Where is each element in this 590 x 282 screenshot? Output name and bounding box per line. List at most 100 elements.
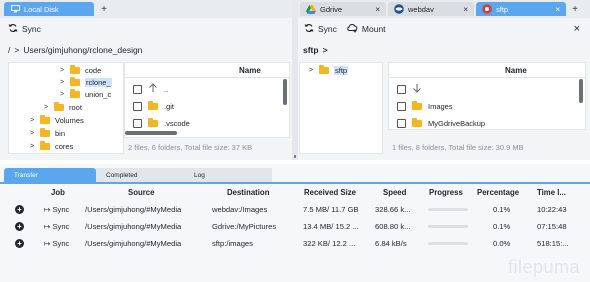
folder-tree: > sftp	[299, 62, 383, 154]
tree-item[interactable]: > cores	[29, 140, 73, 152]
chevron-right-icon[interactable]: >	[43, 104, 49, 111]
tab-local-disk[interactable]: Local Disk	[4, 2, 94, 16]
right-tabbar: Gdrive × webdav × sftp × +	[298, 0, 590, 18]
tree-item[interactable]: > rclone_	[59, 76, 112, 88]
transfer-row[interactable]: + ↦ Sync /Users/gimjuhong/#MyMedia webda…	[0, 202, 590, 218]
file-row[interactable]: Images	[397, 98, 453, 114]
file-row[interactable]: MyGdriveBackup	[397, 115, 486, 129]
col-speed[interactable]: Speed	[383, 188, 406, 197]
row-checkbox[interactable]	[397, 118, 406, 128]
row-checkbox[interactable]	[133, 84, 142, 94]
destination-cell: sftp:/images	[212, 239, 253, 248]
add-tab-button[interactable]: +	[569, 2, 581, 16]
chevron-right-icon[interactable]: >	[59, 67, 65, 74]
chevron-right-icon[interactable]: >	[308, 67, 314, 74]
folder-icon	[148, 117, 158, 127]
col-time-left[interactable]: Time l...	[537, 188, 566, 197]
breadcrumb-path[interactable]: Users/gimjuhong/rclone_design	[23, 45, 142, 55]
speed-cell: 6.84 kB/s	[375, 239, 407, 248]
close-tab-icon[interactable]: ×	[463, 5, 468, 14]
vertical-scrollbar[interactable]	[579, 79, 583, 103]
tab-webdav[interactable]: webdav ×	[388, 2, 474, 16]
expand-plus-icon[interactable]: +	[15, 205, 24, 214]
col-source[interactable]: Source	[128, 188, 154, 197]
tab-transfer[interactable]: Transfer	[4, 168, 96, 182]
tree-item[interactable]: > bin	[29, 127, 65, 139]
col-received-size[interactable]: Received Size	[304, 188, 356, 197]
folder-icon	[412, 117, 422, 127]
tab-sftp[interactable]: sftp ×	[476, 2, 566, 16]
file-name: MyGdriveBackup	[428, 118, 486, 128]
file-row[interactable]: .vscode	[133, 115, 190, 131]
tree-item[interactable]: > root	[43, 101, 82, 113]
left-toolbar: Sync	[8, 22, 41, 36]
tree-item[interactable]: > union_c	[59, 88, 111, 100]
row-checkbox[interactable]	[133, 118, 142, 128]
sync-button[interactable]: Sync	[8, 23, 41, 35]
tree-item-label: cores	[55, 141, 74, 151]
percentage-cell: 0.1%	[493, 222, 511, 231]
col-progress[interactable]: Progress	[429, 188, 463, 197]
close-tab-icon[interactable]: ×	[555, 5, 560, 14]
tree-item-label: bin	[55, 128, 66, 138]
chevron-right-icon[interactable]: >	[29, 130, 35, 137]
tab-log[interactable]: Log	[184, 168, 272, 182]
name-column-header[interactable]: Name	[239, 66, 261, 75]
chevron-right-icon[interactable]: >	[59, 79, 65, 86]
file-list-header[interactable]: Name	[389, 63, 585, 78]
chevron-right-icon[interactable]: >	[29, 143, 35, 150]
breadcrumb-arrow: >	[14, 45, 20, 55]
expand-plus-icon[interactable]: +	[15, 239, 24, 248]
folder-icon	[70, 88, 80, 98]
chevron-right-icon[interactable]: >	[29, 117, 35, 124]
tab-completed[interactable]: Completed	[96, 168, 184, 182]
file-row[interactable]: .git	[133, 98, 174, 114]
transfer-row[interactable]: + ↦ Sync /Users/gimjuhong/#MyMedia Gdriv…	[0, 219, 590, 235]
close-tab-icon[interactable]: ×	[375, 5, 380, 14]
transfer-panel: Transfer Completed Log Job Source Destin…	[0, 164, 590, 282]
job-cell: ↦ Sync	[44, 222, 70, 231]
folder-icon	[70, 64, 80, 74]
splitter-handle[interactable]	[294, 155, 296, 158]
row-checkbox[interactable]	[133, 101, 142, 111]
col-job[interactable]: Job	[51, 188, 65, 197]
col-percentage[interactable]: Percentage	[477, 188, 519, 197]
file-name: ..	[164, 84, 169, 94]
transfer-row[interactable]: + ↦ Sync /Users/gimjuhong/#MyMedia sftp:…	[0, 236, 590, 252]
col-destination[interactable]: Destination	[227, 188, 269, 197]
tree-item[interactable]: > Volumes	[29, 114, 84, 126]
file-list-header[interactable]: Name	[125, 63, 289, 78]
close-icon[interactable]: ×	[574, 22, 580, 36]
breadcrumb-root[interactable]: /	[8, 45, 10, 55]
horizontal-scrollbar[interactable]	[125, 131, 177, 135]
file-name: Images	[428, 101, 453, 111]
mount-button[interactable]: Mount	[347, 23, 386, 35]
tab-gdrive[interactable]: Gdrive ×	[300, 2, 386, 16]
source-cell: /Users/gimjuhong/#MyMedia	[85, 205, 182, 214]
file-row[interactable]: ..	[133, 81, 168, 97]
sync-label: Sync	[318, 24, 337, 34]
sync-icon	[8, 23, 18, 35]
tree-item[interactable]: > code	[59, 64, 101, 76]
folder-icon	[40, 114, 50, 124]
row-checkbox[interactable]	[397, 101, 406, 111]
sync-button[interactable]: Sync	[304, 23, 337, 35]
tab-underline	[0, 182, 590, 184]
file-name: .git	[164, 101, 175, 111]
breadcrumb-path[interactable]: sftp	[303, 45, 319, 55]
folder-icon	[319, 64, 329, 74]
add-tab-button[interactable]: +	[98, 2, 110, 16]
progress-bar	[428, 208, 468, 211]
progress-bar	[428, 242, 468, 245]
file-row[interactable]	[397, 81, 428, 97]
tree-item[interactable]: > sftp	[308, 64, 349, 76]
down-arrow-icon	[412, 83, 422, 95]
expand-plus-icon[interactable]: +	[15, 222, 24, 231]
row-checkbox[interactable]	[397, 84, 406, 94]
vertical-scrollbar[interactable]	[283, 79, 287, 105]
chevron-right-icon[interactable]: >	[59, 91, 65, 98]
monitor-icon	[10, 4, 20, 14]
name-column-header[interactable]: Name	[505, 66, 527, 75]
mount-label: Mount	[361, 24, 386, 34]
sftp-icon	[482, 4, 492, 14]
